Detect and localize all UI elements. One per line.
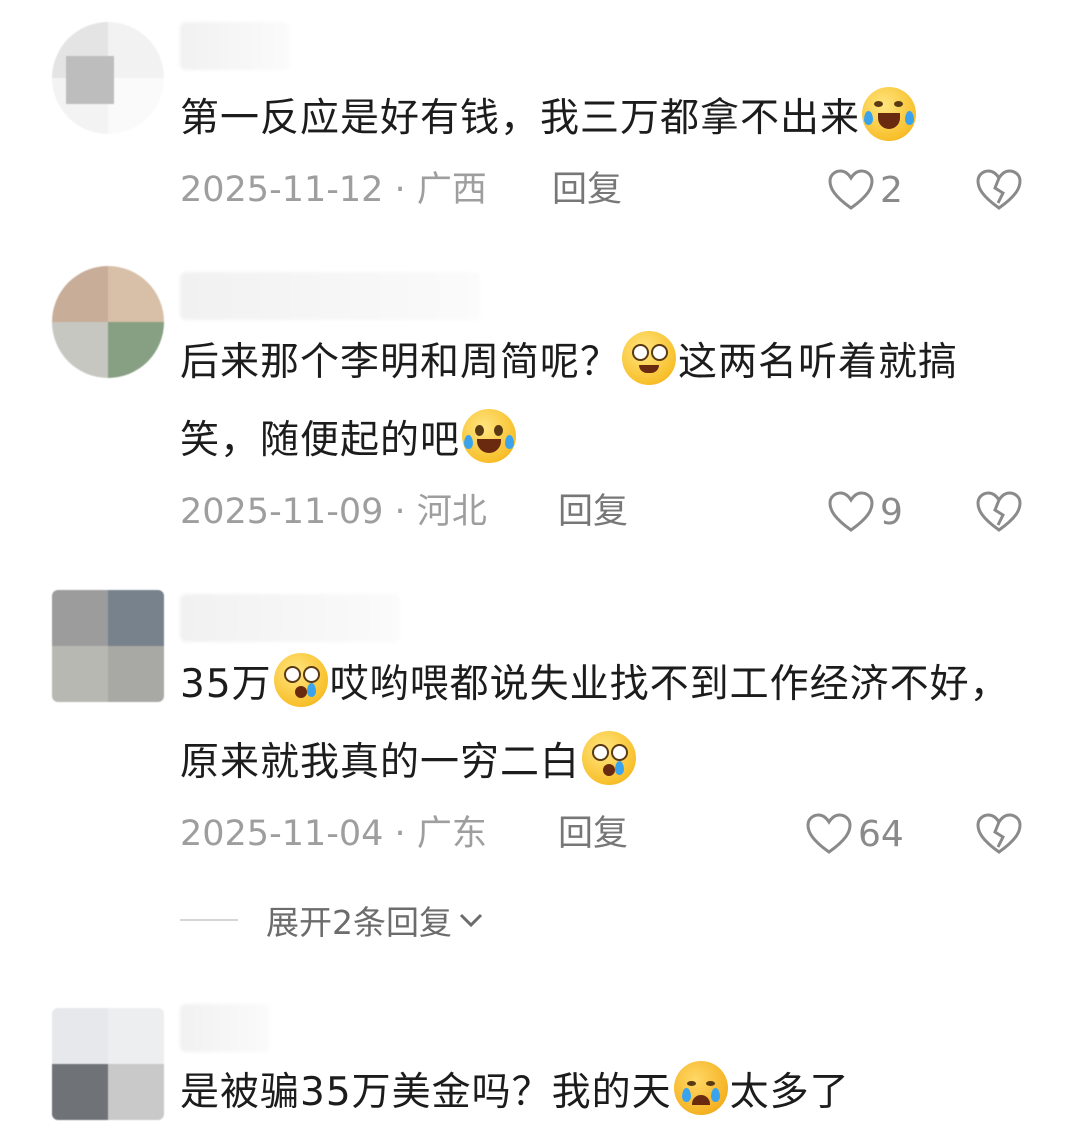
separator: · [394,170,406,210]
comment-meta: 2025-11-04 · 广东 回复 [180,809,628,859]
comment-text-part: 后来那个李明和周简呢？ [180,340,621,385]
heart-outline-icon [828,169,874,210]
comment-date: 2025-11-09 [180,492,384,532]
expand-replies-label: 展开2条回复 [266,903,452,942]
comment-3: 35万 哎哟喂都说失业找不到工作经济不好，原来就我真的一穷二白 2025-11-0… [0,550,1080,960]
like-count: 9 [880,491,903,533]
like-count: 64 [858,813,904,855]
like-button[interactable]: 9 [828,487,903,537]
comment-date: 2025-11-12 [180,170,384,210]
chevron-down-icon [459,913,483,928]
comment-date: 2025-11-04 [180,814,384,854]
comment-4: 是被骗35万美金吗？我的天 太多了 [0,960,1080,1144]
comment-meta: 2025-11-12 · 广西 回复 [180,165,622,215]
comment-text: 后来那个李明和周简呢？ 这两名听着就搞笑，随便起的吧 [180,324,1030,480]
separator: · [394,814,406,854]
laughing-crying-emoji-icon [862,87,917,141]
username-blurred[interactable] [180,1004,270,1052]
crying-emoji-icon [673,1061,728,1115]
comment-meta: 2025-11-09 · 河北 回复 [180,487,628,537]
comment-region: 广西 [416,170,487,210]
reply-button[interactable]: 回复 [558,809,628,859]
expand-replies-button[interactable]: 展开2条回复 [180,897,484,943]
like-button[interactable]: 64 [806,809,904,859]
comment-1: 第一反应是好有钱，我三万都拿不出来 2025-11-12 · 广西 回复 2 [0,0,1080,230]
avatar[interactable] [52,1008,164,1120]
heart-outline-icon [806,813,852,854]
username-blurred[interactable] [180,272,480,320]
avatar[interactable] [52,22,164,134]
comment-text: 是被骗35万美金吗？我的天 太多了 [180,1054,1030,1132]
comment-text: 第一反应是好有钱，我三万都拿不出来 [180,80,1030,158]
shocked-tearful-emoji-icon [273,653,328,707]
broken-heart-icon[interactable] [976,169,1022,211]
comment-text-part: 是被骗35万美金吗？我的天 [180,1070,672,1115]
broken-heart-icon[interactable] [976,491,1022,533]
comment-region: 河北 [416,492,487,532]
comment-text-part: 太多了 [729,1070,850,1115]
shocked-tearful-emoji-icon [582,731,637,785]
username-blurred[interactable] [180,22,290,70]
divider [180,919,238,921]
reply-button[interactable]: 回复 [552,165,622,215]
crying-laughing-emoji-icon [462,409,517,463]
comment-region: 广东 [416,814,487,854]
avatar[interactable] [52,590,164,702]
separator: · [394,492,406,532]
avatar[interactable] [52,266,164,378]
reply-button[interactable]: 回复 [558,487,628,537]
heart-outline-icon [828,491,874,532]
comment-text: 35万 哎哟喂都说失业找不到工作经济不好，原来就我真的一穷二白 [180,646,1030,802]
like-button[interactable]: 2 [828,165,903,215]
comment-text-part: 第一反应是好有钱，我三万都拿不出来 [180,96,861,141]
broken-heart-icon[interactable] [976,813,1022,855]
dizzy-face-emoji-icon [622,331,677,385]
username-blurred[interactable] [180,594,400,642]
comment-text-part: 35万 [180,662,272,707]
comment-2: 后来那个李明和周简呢？ 这两名听着就搞笑，随便起的吧 2025-11-09 · 河… [0,230,1080,550]
like-count: 2 [880,169,903,211]
